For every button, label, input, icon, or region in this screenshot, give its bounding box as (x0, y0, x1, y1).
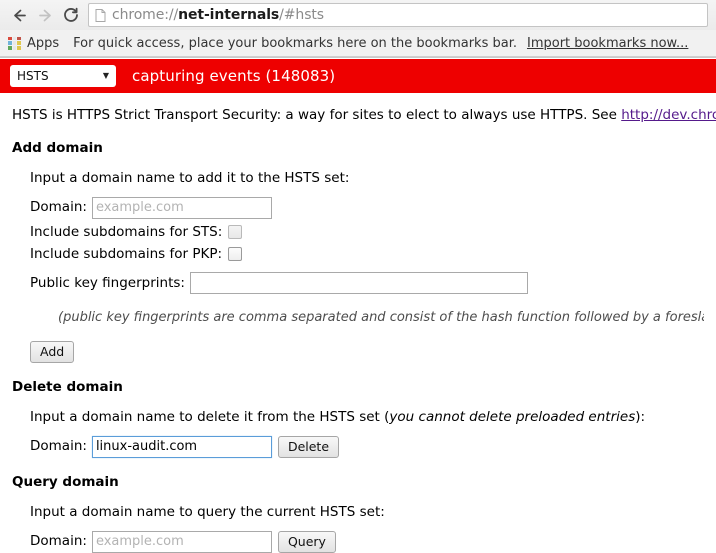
url-host: net-internals (178, 7, 280, 23)
reload-button[interactable] (58, 2, 84, 28)
page-document-icon (95, 8, 106, 22)
query-domain-input[interactable] (91, 530, 272, 553)
delete-domain-input[interactable] (91, 435, 272, 458)
chromium-sts-link[interactable]: http://dev.chromium.org/sts (621, 107, 716, 123)
delete-domain-heading: Delete domain (12, 378, 123, 395)
intro-paragraph: HSTS is HTTPS Strict Transport Security:… (12, 107, 716, 124)
include-subdomains-sts-checkbox[interactable] (228, 225, 243, 240)
fingerprints-note: (public key fingerprints are comma separ… (58, 310, 704, 326)
public-key-fingerprints-row: Public key fingerprints: (30, 272, 704, 295)
forward-arrow-icon (38, 9, 51, 21)
query-domain-heading: Query domain (12, 473, 119, 490)
apps-grid-icon[interactable] (8, 36, 21, 50)
browser-toolbar: chrome://net-internals/#hsts (0, 0, 716, 30)
import-bookmarks-link[interactable]: Import bookmarks now... (527, 36, 688, 51)
net-internals-tab-select[interactable]: HSTS ▼ (10, 65, 116, 87)
add-button-wrap: Add (30, 340, 704, 363)
include-subdomains-pkp-checkbox[interactable] (228, 246, 243, 261)
address-bar[interactable]: chrome://net-internals/#hsts (88, 3, 708, 27)
query-domain-label: Domain: (30, 533, 87, 550)
address-bar-url: chrome://net-internals/#hsts (112, 7, 324, 23)
include-subdomains-sts-row: Include subdomains for STS: (30, 224, 704, 241)
tab-select-value: HSTS (17, 69, 49, 83)
include-subdomains-sts-label: Include subdomains for STS: (30, 223, 223, 240)
url-scheme: chrome:// (112, 7, 179, 23)
query-button[interactable]: Query (277, 530, 336, 553)
public-key-fingerprints-input[interactable] (189, 272, 528, 295)
add-button[interactable]: Add (30, 340, 75, 363)
capture-status-text: capturing events (148083) (132, 67, 336, 85)
delete-domain-instructions: Input a domain name to delete it from th… (30, 409, 704, 426)
include-subdomains-pkp-label: Include subdomains for PKP: (30, 245, 223, 262)
delete-instructions-after: ): (635, 408, 646, 425)
add-domain-section: Input a domain name to add it to the HST… (30, 170, 704, 327)
page-content: HSTS is HTTPS Strict Transport Security:… (0, 107, 716, 553)
browser-chrome: chrome://net-internals/#hsts Apps For qu… (0, 0, 716, 58)
apps-button-label[interactable]: Apps (27, 36, 59, 51)
back-button[interactable] (6, 2, 32, 28)
add-domain-label: Domain: (30, 199, 87, 216)
bookmarks-hint-text: For quick access, place your bookmarks h… (73, 35, 517, 51)
chevron-down-icon: ▼ (102, 71, 109, 80)
delete-instructions-emphasis: you cannot delete preloaded entries (389, 408, 636, 425)
delete-domain-section: Input a domain name to delete it from th… (30, 409, 704, 458)
forward-button[interactable] (32, 2, 58, 28)
delete-button[interactable]: Delete (277, 435, 340, 458)
add-domain-heading: Add domain (12, 139, 103, 156)
delete-domain-label: Domain: (30, 438, 87, 455)
add-domain-instructions: Input a domain name to add it to the HST… (30, 169, 350, 186)
bookmarks-bar: Apps For quick access, place your bookma… (0, 30, 716, 57)
query-domain-section: Input a domain name to query the current… (30, 504, 704, 553)
public-key-fingerprints-label: Public key fingerprints: (30, 274, 185, 291)
reload-icon (64, 7, 78, 22)
add-domain-field-row: Domain: (30, 196, 704, 219)
include-subdomains-pkp-row: Include subdomains for PKP: (30, 246, 704, 263)
back-arrow-icon (13, 9, 26, 21)
query-domain-field-row: Domain: Query (30, 530, 704, 553)
capture-status-banner: HSTS ▼ capturing events (148083) (0, 58, 716, 93)
delete-instructions-before: Input a domain name to delete it from th… (30, 408, 390, 425)
intro-text-before: HSTS is HTTPS Strict Transport Security:… (12, 107, 622, 123)
add-domain-input[interactable] (91, 196, 272, 219)
query-domain-instructions: Input a domain name to query the current… (30, 503, 385, 520)
delete-domain-field-row: Domain: Delete (30, 435, 704, 458)
url-path: /#hsts (279, 7, 324, 23)
